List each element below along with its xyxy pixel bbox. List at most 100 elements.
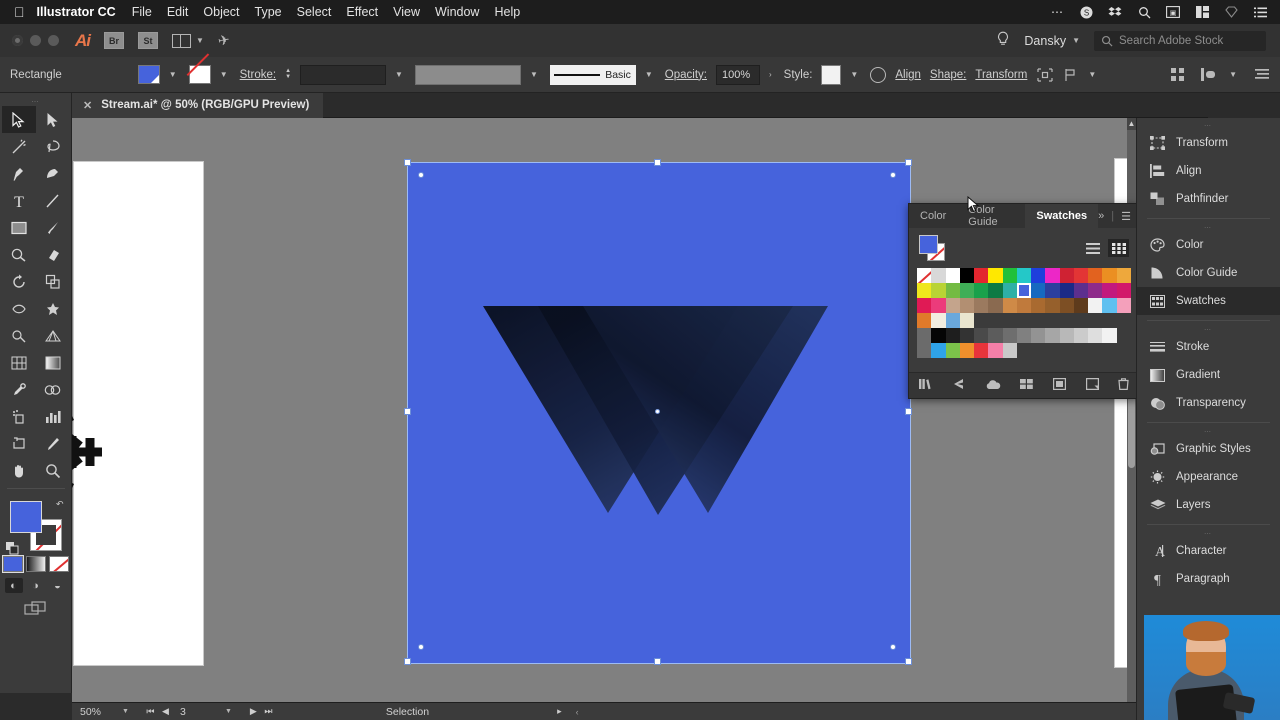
dock-item-color[interactable]: Color	[1137, 231, 1280, 259]
shape-builder-tool[interactable]	[2, 322, 36, 349]
swatch-cell[interactable]	[959, 268, 975, 283]
swatch-cell[interactable]	[1073, 268, 1089, 283]
swatch-cell[interactable]	[974, 268, 989, 283]
swatch-cell[interactable]	[1045, 283, 1060, 298]
close-icon[interactable]: ✕	[83, 99, 92, 112]
artboard-chevron-down-icon[interactable]: ▼	[221, 708, 246, 715]
isolate-selected-object-icon[interactable]	[1036, 67, 1053, 82]
swatch-cell[interactable]	[1102, 268, 1117, 283]
cloud-icon[interactable]	[985, 379, 1001, 393]
scale-tool[interactable]	[36, 268, 70, 295]
recolor-artwork-icon[interactable]	[870, 66, 887, 83]
type-tool[interactable]: T	[2, 187, 36, 214]
current-fill-swatch[interactable]	[919, 235, 938, 254]
fill-color-indicator[interactable]	[9, 501, 42, 533]
selection-handle-ml[interactable]	[404, 408, 411, 415]
tab-color[interactable]: Color	[909, 204, 957, 228]
swatch-cell[interactable]	[1002, 283, 1017, 298]
rotate-tool[interactable]	[2, 268, 36, 295]
list-icon[interactable]	[1252, 5, 1268, 20]
swatch-cell[interactable]	[931, 283, 946, 298]
dock-group-grab-handle[interactable]: ⋯	[1137, 530, 1280, 538]
default-fill-stroke-icon[interactable]	[5, 542, 19, 555]
grid-icon[interactable]	[1194, 5, 1210, 20]
tools-panel-grab-handle[interactable]: ⋯	[0, 97, 71, 106]
swatch-cell[interactable]	[945, 268, 960, 283]
draw-behind-icon[interactable]: ◑	[27, 578, 45, 593]
swatch-cell[interactable]	[931, 313, 946, 328]
swatch-cell[interactable]	[931, 298, 946, 313]
color-mode-button[interactable]	[1, 555, 24, 573]
align-button[interactable]: Align	[895, 69, 921, 81]
dock-item-layers[interactable]: Layers	[1137, 491, 1280, 519]
swatch-cell[interactable]	[1073, 328, 1089, 343]
stroke-weight-field[interactable]	[300, 64, 387, 85]
draw-inside-icon[interactable]: ◒	[49, 578, 67, 593]
menu-window[interactable]: Window	[435, 5, 479, 19]
direct-selection-tool[interactable]	[36, 106, 70, 133]
chevron-down-icon[interactable]: ▼	[530, 70, 538, 79]
swatch-cell[interactable]	[988, 268, 1003, 283]
diamond-icon[interactable]	[1223, 5, 1239, 20]
swatch-cell[interactable]	[1031, 268, 1046, 283]
selection-handle-tl[interactable]	[404, 159, 411, 166]
menu-type[interactable]: Type	[255, 5, 282, 19]
pen-tool[interactable]	[2, 160, 36, 187]
chevron-down-icon[interactable]: ▼	[395, 70, 403, 79]
dock-item-character[interactable]: A Character	[1137, 537, 1280, 565]
dock-group-grab-handle[interactable]: ⋯	[1137, 224, 1280, 232]
menu-effect[interactable]: Effect	[346, 5, 378, 19]
swatch-cell[interactable]	[974, 343, 989, 358]
chevron-down-icon[interactable]: ▼	[169, 70, 177, 79]
swap-fill-stroke-icon[interactable]: ↶	[56, 499, 64, 510]
swatch-cell[interactable]	[917, 343, 932, 358]
swatch-cell[interactable]	[1031, 283, 1046, 298]
double-chevron-icon[interactable]: »	[1098, 210, 1104, 222]
swatch-cell[interactable]	[1073, 298, 1089, 313]
selection-handle-bc[interactable]	[654, 658, 661, 665]
swatch-cell[interactable]	[959, 328, 975, 343]
dock-item-graphic-styles[interactable]: Graphic Styles	[1137, 435, 1280, 463]
swatch-cell[interactable]	[1031, 298, 1046, 313]
swatch-none[interactable]	[917, 268, 932, 283]
share-icon[interactable]	[952, 378, 965, 393]
chevron-down-icon[interactable]: ▼	[1229, 70, 1237, 79]
swatch-cell[interactable]	[1088, 283, 1103, 298]
corner-widget-tl[interactable]	[418, 172, 424, 178]
swatch-cell[interactable]	[1059, 328, 1074, 343]
corner-widget-br[interactable]	[890, 644, 896, 650]
menu-help[interactable]: Help	[494, 5, 520, 19]
status-menu-arrow[interactable]: ▸	[557, 706, 562, 717]
user-account-button[interactable]: Dansky ▼	[1024, 34, 1080, 48]
column-graph-tool[interactable]	[36, 403, 70, 430]
selection-handle-tr[interactable]	[905, 159, 912, 166]
swatch-cell[interactable]	[945, 313, 960, 328]
swatch-cell[interactable]	[1059, 298, 1074, 313]
minimize-window-button[interactable]	[30, 35, 41, 46]
swatch-grid[interactable]	[909, 268, 1139, 358]
adobe-stock-search[interactable]: Search Adobe Stock	[1094, 30, 1266, 51]
selection-handle-br[interactable]	[905, 658, 912, 665]
distribute-icon[interactable]	[1199, 67, 1216, 82]
brush-definition-field[interactable]: Basic	[549, 64, 636, 85]
grid-dots-icon[interactable]	[1169, 67, 1186, 82]
dock-grab-handle[interactable]: ⋯	[1137, 122, 1280, 130]
dock-item-color-guide[interactable]: Color Guide	[1137, 259, 1280, 287]
draw-normal-icon[interactable]: ◐	[4, 578, 23, 593]
selection-handle-mr[interactable]	[905, 408, 912, 415]
swatch-cell[interactable]	[959, 313, 975, 328]
prev-artboard-button[interactable]: ◀	[158, 706, 173, 717]
new-swatch-icon[interactable]	[1085, 378, 1099, 393]
swatch-cell[interactable]	[1116, 298, 1131, 313]
swatch-cell[interactable]	[1116, 268, 1131, 283]
swatch-libraries-icon[interactable]	[918, 378, 933, 393]
dock-item-gradient[interactable]: Gradient	[1137, 361, 1280, 389]
hand-tool[interactable]	[2, 457, 36, 484]
stroke-color-swatch[interactable]	[188, 65, 211, 84]
swatch-cell[interactable]	[974, 328, 989, 343]
swatch-cell[interactable]	[959, 298, 975, 313]
mesh-tool[interactable]	[2, 349, 36, 376]
chevron-down-icon[interactable]: ▼	[645, 70, 653, 79]
scroll-up-icon[interactable]: ▲	[1127, 118, 1136, 130]
delete-swatch-icon[interactable]	[1118, 378, 1129, 393]
